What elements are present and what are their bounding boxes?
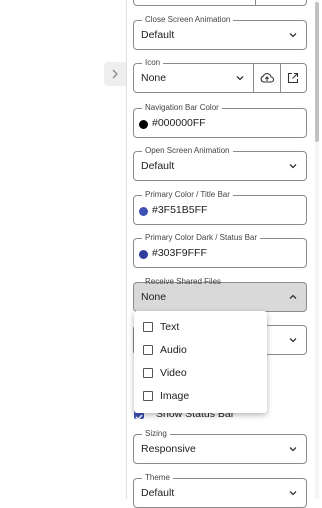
field-label: Icon xyxy=(142,58,164,68)
dropdown-option-image[interactable]: Image xyxy=(134,384,267,407)
panel-scrollbar[interactable] xyxy=(315,0,319,499)
icon-select[interactable]: Icon None xyxy=(133,58,254,93)
theme-select[interactable]: Theme Default xyxy=(133,473,307,508)
upload-icon-button[interactable] xyxy=(254,64,280,92)
chevron-down-icon xyxy=(236,76,244,81)
chevron-right-icon xyxy=(112,69,118,79)
field-label: Close Screen Animation xyxy=(142,15,234,25)
close-screen-animation-select[interactable]: Close Screen Animation Default xyxy=(133,15,307,50)
open-screen-animation-select[interactable]: Open Screen Animation Default xyxy=(133,146,307,181)
cloud-upload-icon xyxy=(260,73,274,83)
field-value: None xyxy=(141,291,167,303)
field-label: Navigation Bar Color xyxy=(142,103,222,113)
field-value: #000000FF xyxy=(152,117,206,129)
receive-shared-files-select[interactable]: Receive Shared Files None xyxy=(133,277,307,312)
field-value: Default xyxy=(141,29,175,41)
collapse-panel-button[interactable] xyxy=(104,62,126,86)
field-value: Default xyxy=(141,487,175,499)
field-value: #303F9FFF xyxy=(152,247,207,259)
chevron-down-icon xyxy=(289,447,297,452)
option-label: Video xyxy=(160,366,187,379)
field-label: Primary Color / Title Bar xyxy=(142,190,233,200)
field-label: Sizing xyxy=(142,429,170,439)
dropdown-option-video[interactable]: Video xyxy=(134,361,267,384)
open-icon-button[interactable] xyxy=(279,64,307,92)
field-value: None xyxy=(141,72,167,84)
option-label: Text xyxy=(160,320,180,333)
chevron-down-icon xyxy=(289,491,297,496)
scrollbar-thumb[interactable] xyxy=(315,2,319,142)
dropdown-option-audio[interactable]: Audio xyxy=(134,338,267,361)
field-label: Open Screen Animation xyxy=(142,146,233,156)
option-label: Audio xyxy=(160,343,187,356)
checkbox[interactable] xyxy=(143,390,153,401)
previous-field-fragment xyxy=(133,0,307,6)
checkbox[interactable] xyxy=(143,367,153,378)
sizing-select[interactable]: Sizing Responsive xyxy=(133,429,307,464)
primary-color-dark-picker[interactable]: Primary Color Dark / Status Bar #303F9FF… xyxy=(133,233,307,268)
navigation-bar-color-picker[interactable]: Navigation Bar Color #000000FF xyxy=(133,103,307,138)
chevron-down-icon xyxy=(289,33,297,38)
field-label: Theme xyxy=(142,473,173,483)
open-in-new-icon xyxy=(288,72,299,84)
chevron-down-icon xyxy=(289,164,297,169)
icon-actions xyxy=(254,63,307,93)
check-icon xyxy=(135,414,143,421)
receive-files-dropdown: Text Audio Video Image xyxy=(134,311,267,413)
option-label: Image xyxy=(160,389,190,402)
checkbox[interactable] xyxy=(143,321,153,332)
dropdown-option-text[interactable]: Text xyxy=(134,315,267,338)
field-value: #3F51B5FF xyxy=(152,204,208,216)
color-swatch xyxy=(139,207,148,216)
primary-color-picker[interactable]: Primary Color / Title Bar #3F51B5FF xyxy=(133,190,307,225)
chevron-down-icon xyxy=(289,338,297,343)
field-label: Receive Shared Files xyxy=(145,277,222,286)
checkbox[interactable] xyxy=(143,344,153,355)
color-swatch xyxy=(139,250,148,259)
field-label: Primary Color Dark / Status Bar xyxy=(142,233,261,243)
chevron-up-icon xyxy=(289,294,297,299)
field-value: Responsive xyxy=(141,443,196,455)
color-swatch xyxy=(139,120,148,129)
field-value: Default xyxy=(141,160,175,172)
